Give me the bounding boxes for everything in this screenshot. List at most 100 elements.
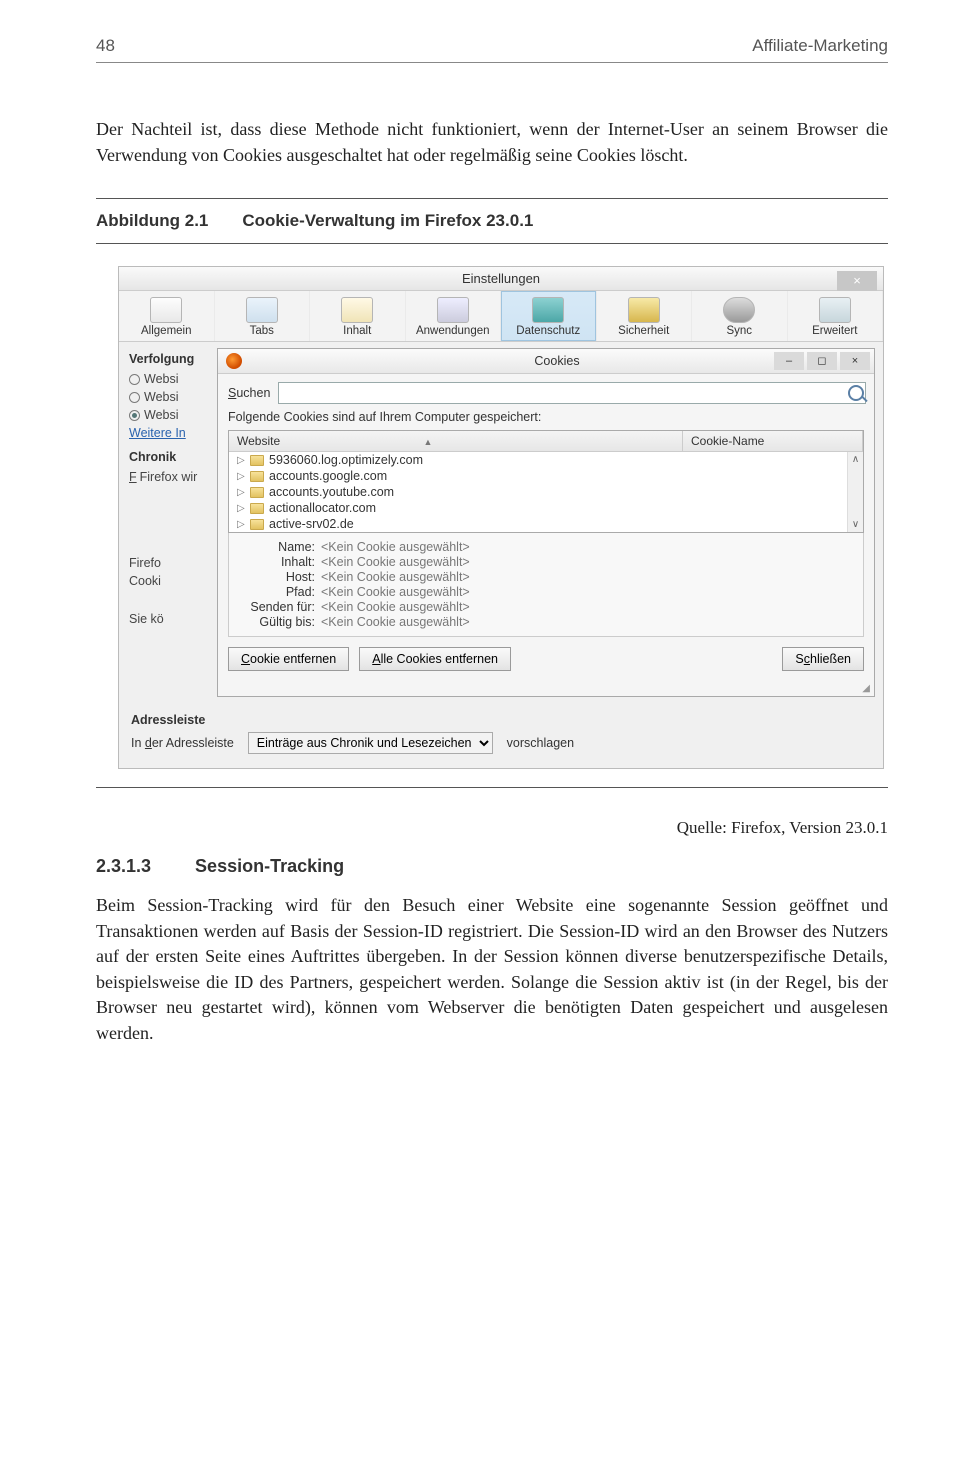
figure-bottom-rule: [96, 787, 888, 788]
tab-label: Anwendungen: [416, 325, 490, 337]
column-cookie-name[interactable]: Cookie-Name: [683, 431, 863, 451]
apps-icon: [437, 297, 469, 323]
list-item[interactable]: ▷ active-srv02.de: [229, 516, 863, 532]
settings-title: Einstellungen: [462, 271, 540, 286]
general-icon: [150, 297, 182, 323]
body-paragraph-2: Beim Session-Tracking wird für den Besuc…: [96, 893, 888, 1046]
field-value: <Kein Cookie ausgewählt>: [321, 540, 470, 554]
addressbar-prefix: In der AdressleisteIn der Adressleiste: [131, 736, 234, 750]
resize-grip-icon[interactable]: ◢: [218, 681, 874, 696]
section-subheading: 2.3.1.3 Session-Tracking: [96, 856, 888, 877]
remove-all-cookies-button[interactable]: Alle Cookies entfernenAlle Cookies entfe…: [359, 647, 511, 671]
tab-applications[interactable]: Anwendungen: [406, 291, 502, 341]
tab-label: Inhalt: [343, 325, 371, 337]
field-value: <Kein Cookie ausgewählt>: [321, 600, 470, 614]
tab-label: Erweitert: [812, 325, 857, 337]
scrollbar[interactable]: ∧∨: [847, 452, 863, 532]
text: Cooki: [129, 574, 213, 588]
cookies-list: Website ▲ Cookie-Name ▷ 5936060.log.optim…: [228, 430, 864, 533]
site-name: 5936060.log.optimizely.com: [269, 453, 423, 467]
close-icon[interactable]: ×: [837, 271, 877, 291]
text: Sie kö: [129, 612, 213, 626]
tab-advanced[interactable]: Erweitert: [788, 291, 884, 341]
close-button[interactable]: SchließenSchließen: [782, 647, 864, 671]
tab-label: Sicherheit: [618, 325, 669, 337]
folder-icon: [250, 455, 264, 466]
site-name: accounts.youtube.com: [269, 485, 394, 499]
chevron-right-icon: ▷: [237, 471, 245, 482]
radio-option[interactable]: Websi: [129, 408, 213, 422]
minimize-icon[interactable]: –: [774, 352, 804, 370]
history-line: FFirefox wir: [129, 470, 213, 484]
subheading-number: 2.3.1.3: [96, 856, 151, 877]
tab-sync[interactable]: Sync: [692, 291, 788, 341]
field-value: <Kein Cookie ausgewählt>: [321, 615, 470, 629]
tab-privacy[interactable]: Datenschutz: [501, 291, 597, 341]
privacy-panel-left: Verfolgung Websi Websi Websi Weitere In …: [119, 342, 217, 705]
search-input[interactable]: [278, 382, 866, 404]
scroll-down-icon[interactable]: ∨: [852, 519, 859, 530]
tab-content[interactable]: Inhalt: [310, 291, 406, 341]
site-name: active-srv02.de: [269, 517, 354, 531]
tracking-heading: Verfolgung: [129, 352, 213, 366]
maximize-icon[interactable]: ◻: [807, 352, 837, 370]
history-heading: Chronik: [129, 450, 213, 464]
tab-security[interactable]: Sicherheit: [597, 291, 693, 341]
list-item[interactable]: ▷accounts.google.com: [229, 468, 863, 484]
more-info-link[interactable]: Weitere In: [129, 426, 213, 440]
settings-toolbar: Allgemein Tabs Inhalt Anwendungen Datens…: [119, 291, 883, 342]
tab-general[interactable]: Allgemein: [119, 291, 215, 341]
addressbar-dropdown[interactable]: Einträge aus Chronik und Lesezeichen: [248, 732, 493, 754]
section-title: Affiliate-Marketing: [752, 36, 888, 56]
radio-option[interactable]: Websi: [129, 390, 213, 404]
list-item[interactable]: ▷ 5936060.log.optimizely.com: [229, 452, 863, 468]
tab-label: Sync: [726, 325, 752, 337]
close-icon[interactable]: ×: [840, 352, 870, 370]
figure-caption: Abbildung 2.1 Cookie-Verwaltung im Firef…: [96, 198, 888, 244]
folder-icon: [250, 519, 264, 530]
field-label: Inhalt:: [239, 555, 315, 569]
page-number: 48: [96, 36, 115, 56]
field-value: <Kein Cookie ausgewählt>: [321, 570, 470, 584]
chevron-right-icon: ▷: [237, 455, 245, 466]
list-item[interactable]: ▷actionallocator.com: [229, 500, 863, 516]
tab-label: Allgemein: [141, 325, 192, 337]
folder-icon: [250, 471, 264, 482]
tab-tabs[interactable]: Tabs: [215, 291, 311, 341]
radio-option[interactable]: Websi: [129, 372, 213, 386]
remove-cookie-button[interactable]: CCookie entfernenookie entfernen: [228, 647, 349, 671]
settings-window: Einstellungen × Allgemein Tabs Inhalt An…: [118, 266, 884, 769]
firefox-icon: [226, 353, 242, 369]
cookies-info-text: Folgende Cookies sind auf Ihrem Computer…: [228, 410, 864, 424]
cookies-window: Cookies – ◻ × SSuchenuchen Folgende Cook…: [217, 348, 875, 697]
search-icon: [848, 385, 864, 401]
body-paragraph-1: Der Nachteil ist, dass diese Methode nic…: [96, 117, 888, 168]
list-item[interactable]: ▷accounts.youtube.com: [229, 484, 863, 500]
addressbar-suffix: vorschlagen: [507, 736, 574, 750]
search-label: SSuchenuchen: [228, 386, 270, 400]
radio-icon: [129, 374, 140, 385]
radio-icon: [129, 410, 140, 421]
field-label: Name:: [239, 540, 315, 554]
column-website[interactable]: Website ▲: [229, 431, 683, 451]
field-value: <Kein Cookie ausgewählt>: [321, 585, 470, 599]
subheading-title: Session-Tracking: [195, 856, 344, 877]
sync-icon: [723, 297, 755, 323]
lock-icon: [628, 297, 660, 323]
site-name: actionallocator.com: [269, 501, 376, 515]
radio-label: Websi: [144, 408, 179, 422]
content-icon: [341, 297, 373, 323]
caption-text: Cookie-Verwaltung im Firefox 23.0.1: [242, 211, 533, 231]
addressbar-section: Adressleiste In der AdressleisteIn der A…: [119, 705, 883, 768]
radio-label: Websi: [144, 390, 179, 404]
caption-label: Abbildung 2.1: [96, 211, 208, 231]
cookies-titlebar: Cookies – ◻ ×: [218, 349, 874, 374]
tab-label: Datenschutz: [516, 325, 580, 337]
tab-label: Tabs: [250, 325, 274, 337]
text: Firefo: [129, 556, 213, 570]
gear-icon: [819, 297, 851, 323]
chevron-right-icon: ▷: [237, 519, 245, 530]
folder-icon: [250, 503, 264, 514]
scroll-up-icon[interactable]: ∧: [852, 454, 859, 465]
field-label: Pfad:: [239, 585, 315, 599]
